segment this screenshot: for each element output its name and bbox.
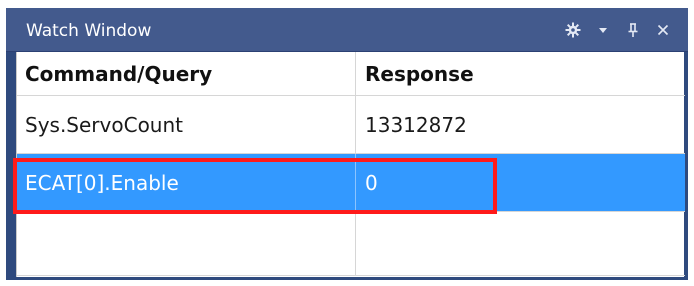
response-cell[interactable]: 0: [356, 154, 685, 211]
table-row-selected[interactable]: ECAT[0].Enable 0: [17, 154, 685, 212]
titlebar: Watch Window: [6, 8, 688, 52]
window-title: Watch Window: [26, 21, 152, 41]
response-cell[interactable]: 13312872: [356, 96, 685, 153]
table-header: Command/Query Response: [17, 52, 685, 96]
pin-icon[interactable]: [618, 17, 648, 43]
response-cell[interactable]: [356, 212, 685, 275]
table-row[interactable]: Sys.ServoCount 13312872: [17, 96, 685, 154]
command-cell[interactable]: ECAT[0].Enable: [17, 154, 356, 211]
table-row-empty[interactable]: [17, 212, 685, 276]
watch-window: Watch Window Command/Query Response Sys.…: [6, 8, 688, 280]
command-cell[interactable]: [17, 212, 356, 275]
watch-grid: Command/Query Response Sys.ServoCount 13…: [16, 52, 685, 277]
title-controls: [558, 17, 678, 43]
column-header-response[interactable]: Response: [356, 52, 685, 95]
close-icon[interactable]: [648, 17, 678, 43]
gear-icon[interactable]: [558, 17, 588, 43]
command-cell[interactable]: Sys.ServoCount: [17, 96, 356, 153]
column-header-command[interactable]: Command/Query: [17, 52, 356, 95]
chevron-down-icon[interactable]: [588, 17, 618, 43]
